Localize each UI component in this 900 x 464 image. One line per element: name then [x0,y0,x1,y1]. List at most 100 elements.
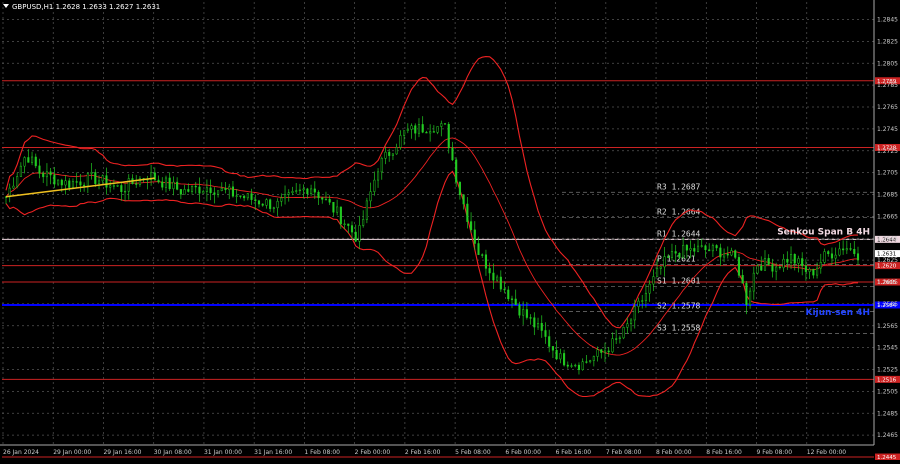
candle-body [856,253,860,261]
price-chart[interactable]: 1.27891.27281.26441.26201.26051.25841.25… [0,0,900,461]
y-tick-label: 1.2545 [877,345,898,352]
candle-body [38,165,41,174]
candle-body [752,272,755,292]
candle-body [674,251,677,254]
candle-body [250,193,253,200]
candle-body [421,124,424,133]
candle-body [723,253,726,258]
pivot-label: S3 1.2558 [657,323,701,332]
candle-body [269,199,272,209]
candle-body [842,248,845,251]
candle-body [789,254,793,263]
candle-body [715,245,718,249]
candle-body [682,244,685,258]
candle-body [116,185,119,187]
candle-body [27,157,30,163]
candle-body [849,248,852,250]
x-tick-label: 6 Feb 00:00 [505,449,541,456]
x-tick-label: 31 Jan 16:00 [254,449,292,456]
candle-body [205,187,208,192]
x-tick-label: 8 Feb 16:00 [706,449,742,456]
candle-body [827,251,830,255]
candle-body [678,252,681,258]
candle-body [429,131,432,134]
candle-body [317,191,320,199]
candle-body [696,245,700,252]
candle-body [183,189,186,195]
candle-body [492,272,495,281]
candle-body [105,175,108,188]
x-tick-label: 5 Feb 08:00 [455,449,491,456]
candle-body [496,276,499,281]
x-tick-label: 2 Feb 16:00 [405,449,441,456]
candle-body [79,181,82,186]
candle-body [834,254,837,259]
candle-body [685,244,688,251]
candle-body [417,124,421,134]
candle-body [473,229,476,244]
candle-body [306,188,309,194]
candle-body [536,323,540,328]
x-tick-label: 7 Feb 08:00 [606,449,642,456]
candle-body [42,173,45,178]
candle-body [756,265,759,274]
y-tick-label: 1.2645 [877,235,898,242]
candle-body [347,223,350,226]
candle-body [425,131,428,134]
candle-body [551,346,554,351]
candle-body [324,198,328,201]
candle-body [34,156,37,167]
candle-body [176,181,179,190]
candle-body [503,288,506,291]
candle-body [507,289,510,300]
candle-body [648,283,651,294]
candle-body [563,353,566,366]
candle-body [30,156,34,163]
candle-body [187,189,190,192]
candle-body [384,151,387,159]
candle-body [235,195,238,197]
x-tick-label: 30 Jan 08:00 [154,449,192,456]
candle-body [377,171,380,181]
candle-body [629,319,633,324]
candle-body [462,194,465,205]
y-tick-label: 1.2485 [877,410,898,417]
candle-body [708,249,711,252]
candle-body [786,258,789,263]
candle-body [737,257,740,276]
candle-body [633,306,636,321]
candle-body [484,254,487,269]
candle-body [265,199,268,206]
x-tick-label: 8 Feb 00:00 [656,449,692,456]
candle-body [510,298,514,300]
x-tick-label: 9 Feb 08:00 [757,449,793,456]
candle-body [365,200,368,220]
candle-body [808,268,811,272]
candle-body [741,275,744,284]
candle-body [443,123,447,125]
candle-body [243,195,246,199]
candle-body [310,188,313,194]
candle-body [336,206,339,213]
pivot-label: S2 1.2578 [657,302,701,311]
candle-body [112,185,115,187]
candle-body [838,248,841,256]
candle-body [760,265,763,271]
candle-body [432,131,435,133]
candle-body [540,323,543,331]
candle-body [257,200,261,205]
candle-body [354,231,357,242]
candle-body [771,264,774,272]
candle-body [611,338,614,353]
candle-body [782,258,785,269]
candle-body [637,300,640,307]
y-tick-label: 1.2805 [877,60,898,67]
candle-body [596,349,599,357]
candle-body [71,181,75,188]
candle-body [213,192,216,195]
candle-body [689,248,692,251]
candle-body [254,199,257,202]
y-tick-label: 1.2845 [877,17,898,24]
candle-body [711,245,714,252]
candle-body [466,203,469,222]
